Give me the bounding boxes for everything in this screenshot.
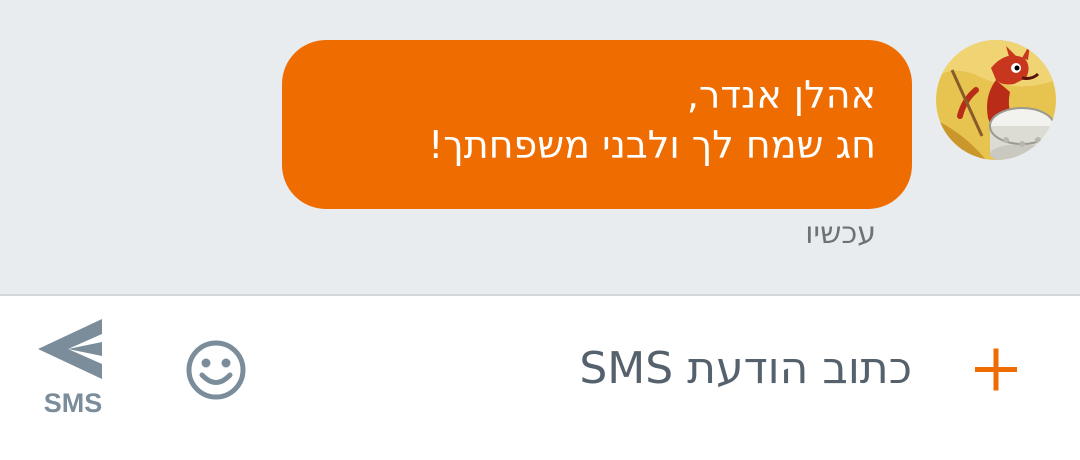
send-button-label: SMS xyxy=(43,388,103,418)
message-timestamp: עכשיו xyxy=(805,216,876,251)
contact-avatar[interactable] xyxy=(936,40,1056,160)
send-arrow-icon xyxy=(38,319,102,379)
plus-icon xyxy=(975,348,1017,391)
conversation-thread: אהלן אנדר, חג שמח לך ולבני משפחתך! עכשיו xyxy=(0,0,1080,294)
message-line-1: אהלן אנדר, xyxy=(686,73,876,117)
send-sms-button[interactable]: SMS xyxy=(28,314,118,424)
message-composer: כתוב הודעת SMS SMS xyxy=(0,296,1080,460)
incoming-message-bubble[interactable]: אהלן אנדר, חג שמח לך ולבני משפחתך! xyxy=(282,40,912,209)
smiley-icon xyxy=(186,340,246,400)
message-input[interactable]: כתוב הודעת SMS xyxy=(300,336,912,402)
message-line-2: חג שמח לך ולבני משפחתך! xyxy=(428,123,876,167)
emoji-button[interactable] xyxy=(180,334,252,406)
add-attachment-button[interactable] xyxy=(962,334,1032,404)
